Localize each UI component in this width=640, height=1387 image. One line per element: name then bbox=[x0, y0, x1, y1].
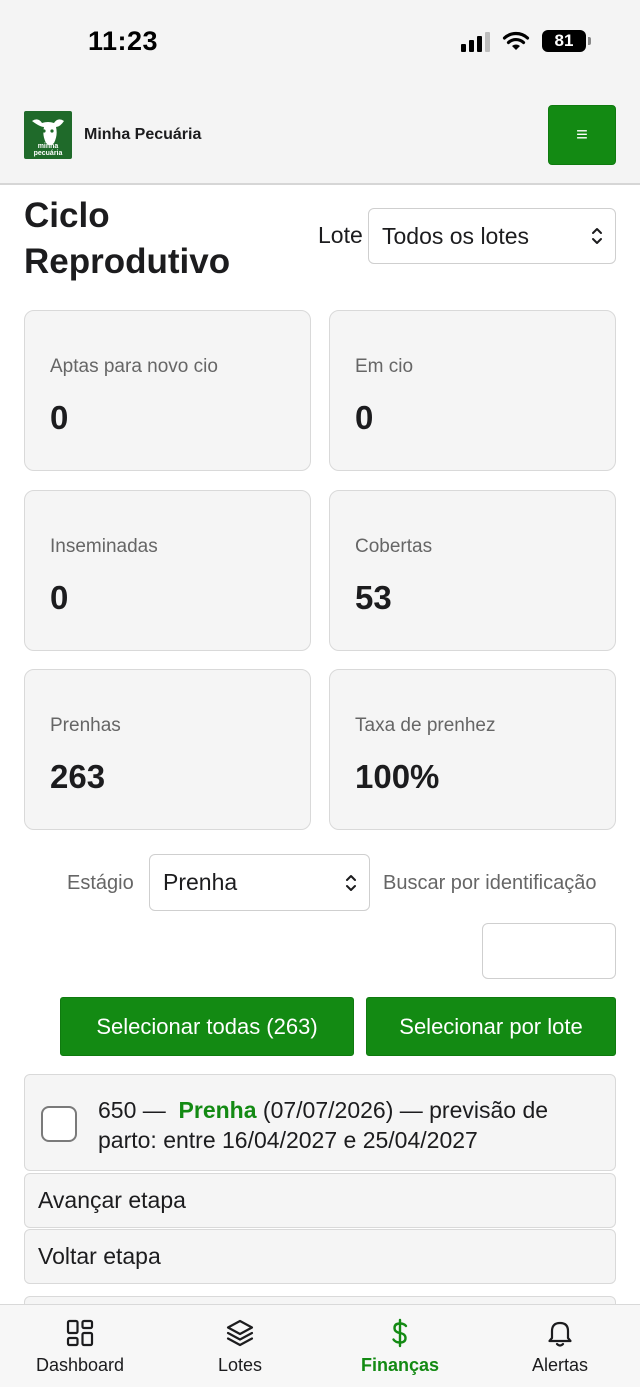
layers-icon bbox=[226, 1319, 254, 1347]
advance-stage-button[interactable]: Avançar etapa bbox=[24, 1173, 616, 1228]
chevron-updown-icon bbox=[592, 228, 602, 244]
stat-value: 0 bbox=[50, 399, 69, 436]
list-item[interactable]: 650 — Prenha (07/07/2026) — previsão de … bbox=[24, 1074, 616, 1171]
back-stage-button[interactable]: Voltar etapa bbox=[24, 1229, 616, 1284]
stat-card-taxa-prenhez: Taxa de prenhez 100% bbox=[329, 669, 616, 830]
nav-lotes[interactable]: Lotes bbox=[160, 1305, 320, 1387]
lote-select-value: Todos os lotes bbox=[382, 222, 530, 249]
dollar-icon bbox=[392, 1318, 408, 1348]
nav-label: Finanças bbox=[360, 1355, 440, 1375]
status-time: 11:23 bbox=[88, 26, 159, 56]
stat-value: 53 bbox=[355, 579, 392, 616]
nav-label: Dashboard bbox=[35, 1355, 125, 1375]
status-bar: 11:23 81 bbox=[0, 0, 640, 88]
page-title: Ciclo Reprodutivo bbox=[24, 196, 231, 281]
battery-icon: 81 bbox=[542, 30, 591, 52]
stat-value: 100% bbox=[355, 758, 440, 795]
search-label: Buscar por identificação bbox=[383, 872, 597, 894]
hamburger-icon: ≡ bbox=[576, 123, 588, 146]
item-checkbox[interactable] bbox=[41, 1106, 77, 1142]
search-input[interactable] bbox=[482, 923, 616, 979]
app-logo: minha pecuária bbox=[24, 111, 72, 159]
stat-card-inseminadas: Inseminadas 0 bbox=[24, 490, 311, 651]
stat-card-prenhas: Prenhas 263 bbox=[24, 669, 311, 830]
logo-text: minha pecuária bbox=[33, 143, 63, 157]
select-all-button[interactable]: Selecionar todas (263) bbox=[60, 997, 354, 1056]
cellular-signal-icon bbox=[461, 30, 490, 52]
stat-label: Aptas para novo cio bbox=[50, 356, 218, 377]
nav-label: Lotes bbox=[217, 1355, 263, 1375]
stat-label: Taxa de prenhez bbox=[355, 715, 496, 736]
item-text: 650 — Prenha (07/07/2026) — previsão de … bbox=[98, 1095, 608, 1155]
stat-value: 0 bbox=[50, 579, 69, 616]
estagio-label: Estágio bbox=[67, 872, 134, 894]
stat-value: 0 bbox=[355, 399, 374, 436]
lote-label: Lote bbox=[318, 222, 363, 248]
estagio-select[interactable]: Prenha bbox=[149, 854, 370, 911]
status-indicators: 81 bbox=[461, 30, 591, 52]
item-stage: Prenha bbox=[178, 1097, 257, 1123]
stat-card-em-cio: Em cio 0 bbox=[329, 310, 616, 471]
wifi-icon bbox=[502, 31, 530, 50]
menu-button[interactable]: ≡ bbox=[548, 105, 616, 165]
stat-card-cobertas: Cobertas 53 bbox=[329, 490, 616, 651]
dashboard-icon bbox=[66, 1319, 94, 1347]
stat-label: Prenhas bbox=[50, 715, 121, 736]
stat-card-aptas: Aptas para novo cio 0 bbox=[24, 310, 311, 471]
nav-dashboard[interactable]: Dashboard bbox=[0, 1305, 160, 1387]
nav-label: Alertas bbox=[531, 1355, 589, 1375]
stat-label: Cobertas bbox=[355, 536, 433, 557]
chevron-updown-icon bbox=[346, 874, 356, 891]
nav-alertas[interactable]: Alertas bbox=[480, 1305, 640, 1387]
stat-label: Inseminadas bbox=[50, 536, 158, 557]
nav-financas[interactable]: Finanças bbox=[320, 1305, 480, 1387]
item-details: (07/07/2026) — previsão de parto: entre … bbox=[98, 1097, 549, 1153]
lote-select[interactable]: Todos os lotes bbox=[368, 208, 616, 264]
bottom-nav: Dashboard Lotes Finanças Alertas bbox=[0, 1304, 640, 1387]
app-header: minha pecuária Minha Pecuária ≡ bbox=[0, 88, 640, 185]
app-name: Minha Pecuária bbox=[84, 126, 202, 143]
item-id: 650 — bbox=[98, 1097, 166, 1123]
select-by-lote-button[interactable]: Selecionar por lote bbox=[366, 997, 616, 1056]
estagio-select-value: Prenha bbox=[163, 869, 238, 895]
bell-icon bbox=[548, 1321, 572, 1347]
stat-label: Em cio bbox=[355, 356, 414, 377]
stat-value: 263 bbox=[50, 758, 106, 795]
